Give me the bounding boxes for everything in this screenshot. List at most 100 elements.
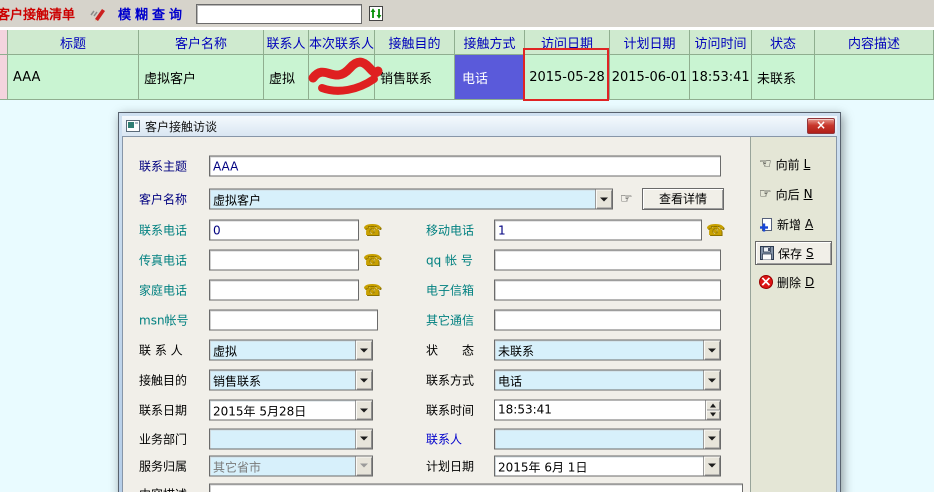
column-header-this-contact[interactable]: 本次联系人 xyxy=(309,30,375,55)
save-button[interactable]: 保存 S xyxy=(755,241,832,265)
contact-person-select[interactable]: 虚拟 xyxy=(209,340,373,361)
save-shortcut: S xyxy=(806,246,814,260)
cell-method-selected[interactable]: 电话 xyxy=(455,55,525,100)
hand-right-icon: ☞ xyxy=(759,186,772,202)
spin-up-icon[interactable] xyxy=(706,401,720,411)
status-value: 未联系 xyxy=(495,341,703,360)
close-icon[interactable]: × xyxy=(807,118,835,134)
grid-header-row: 标题 客户名称 联系人 本次联系人 接触目的 接触方式 访问日期 计划日期 访问… xyxy=(0,30,934,55)
contact-date-select[interactable]: 2015年 5月28日 xyxy=(209,400,373,421)
phone-icon: ☎ xyxy=(363,221,382,239)
contact-time-label: 联系时间 xyxy=(426,402,474,419)
email-input[interactable] xyxy=(494,280,721,301)
cell-purpose[interactable]: 销售联系 xyxy=(375,55,455,100)
hand-left-icon: ☜ xyxy=(759,156,772,172)
phone-input[interactable] xyxy=(209,220,359,241)
contact-person2-label: 联系人 xyxy=(426,430,462,447)
column-header-plan-date[interactable]: 计划日期 xyxy=(610,30,690,55)
description-input[interactable] xyxy=(209,484,743,492)
cell-plan-date[interactable]: 2015-06-01 xyxy=(610,55,690,100)
column-header-visit-date[interactable]: 访问日期 xyxy=(525,30,610,55)
qq-label: qq 帐 号 xyxy=(426,252,473,269)
contact-person-value: 虚拟 xyxy=(210,341,355,360)
cell-visit-date[interactable]: 2015-05-28 xyxy=(525,55,610,100)
cell-visit-time[interactable]: 18:53:41 xyxy=(690,55,752,100)
dialog-title: 客户接触访谈 xyxy=(145,118,807,135)
chevron-down-icon[interactable] xyxy=(355,401,372,420)
edit-pencil-icon[interactable] xyxy=(89,6,106,22)
spin-down-icon[interactable] xyxy=(706,410,720,420)
table-row[interactable]: AAA 虚拟客户 虚拟 销售联系 电话 2015-05-28 2015-06-0… xyxy=(0,55,934,100)
description-label: 内容描述 xyxy=(139,486,187,492)
column-header-purpose[interactable]: 接触目的 xyxy=(375,30,455,55)
msn-input[interactable] xyxy=(209,310,378,331)
column-header-title[interactable]: 标题 xyxy=(8,30,139,55)
chevron-down-icon[interactable] xyxy=(703,429,720,448)
subject-label: 联系主题 xyxy=(139,158,187,175)
next-label: 向后 xyxy=(776,186,800,203)
row-selector[interactable] xyxy=(0,55,8,100)
chevron-down-icon xyxy=(355,456,372,475)
chevron-down-icon[interactable] xyxy=(355,371,372,390)
chevron-down-icon[interactable] xyxy=(703,371,720,390)
qq-input[interactable] xyxy=(494,250,721,271)
cell-title[interactable]: AAA xyxy=(8,55,139,100)
chevron-down-icon[interactable] xyxy=(355,341,372,360)
prev-shortcut: L xyxy=(804,157,811,171)
delete-button[interactable]: × 删除 D xyxy=(751,267,836,297)
fax-input[interactable] xyxy=(209,250,359,271)
phone-label: 联系电话 xyxy=(139,222,187,239)
fuzzy-query-input[interactable] xyxy=(196,4,362,24)
chevron-down-icon[interactable] xyxy=(355,429,372,448)
method-label: 联系方式 xyxy=(426,372,474,389)
column-header-contact[interactable]: 联系人 xyxy=(264,30,309,55)
cell-description[interactable] xyxy=(815,55,934,100)
column-header-customer[interactable]: 客户名称 xyxy=(139,30,264,55)
column-header-method[interactable]: 接触方式 xyxy=(455,30,525,55)
top-toolbar: 客户接触清单 模糊查询 xyxy=(0,0,934,28)
refresh-icon[interactable] xyxy=(368,5,384,22)
column-header-visit-time[interactable]: 访问时间 xyxy=(690,30,752,55)
status-label: 状 态 xyxy=(426,342,474,359)
chevron-down-icon[interactable] xyxy=(703,341,720,360)
next-button[interactable]: ☞ 向后 N xyxy=(751,179,836,209)
cell-contact[interactable]: 虚拟 xyxy=(264,55,309,100)
status-select[interactable]: 未联系 xyxy=(494,340,721,361)
column-header-status[interactable]: 状态 xyxy=(752,30,815,55)
view-details-button[interactable]: 查看详情 xyxy=(642,188,724,210)
email-label: 电子信箱 xyxy=(426,282,474,299)
floppy-disk-icon xyxy=(760,246,774,260)
plan-date-select[interactable]: 2015年 6月 1日 xyxy=(494,455,721,476)
page-title: 客户接触清单 xyxy=(0,4,75,23)
chevron-down-icon[interactable] xyxy=(595,190,612,209)
new-page-icon xyxy=(759,217,773,232)
chevron-down-icon[interactable] xyxy=(703,456,720,475)
contact-time-spinner[interactable]: 18:53:41 xyxy=(494,400,721,421)
method-select[interactable]: 电话 xyxy=(494,370,721,391)
subject-input[interactable] xyxy=(209,156,721,177)
cell-customer[interactable]: 虚拟客户 xyxy=(139,55,264,100)
contact-person2-select[interactable] xyxy=(494,428,721,449)
department-value xyxy=(210,429,355,448)
cell-this-contact[interactable] xyxy=(309,55,375,100)
contact-interview-dialog: 客户接触访谈 × 联系主题 客户名称 虚拟客户 ☞ 查看详情 xyxy=(118,112,841,492)
fuzzy-query-label: 模糊查询 xyxy=(118,4,186,23)
customer-select[interactable]: 虚拟客户 xyxy=(209,189,613,210)
plan-date-label: 计划日期 xyxy=(426,457,474,474)
dialog-titlebar[interactable]: 客户接触访谈 × xyxy=(122,116,837,136)
column-header-description[interactable]: 内容描述 xyxy=(815,30,934,55)
purpose-select[interactable]: 销售联系 xyxy=(209,370,373,391)
prev-button[interactable]: ☜ 向前 L xyxy=(751,149,836,179)
customer-value: 虚拟客户 xyxy=(210,190,595,209)
dialog-nav-panel: ☜ 向前 L ☞ 向后 N 新增 A xyxy=(750,137,836,492)
pointing-hand-icon[interactable]: ☞ xyxy=(620,191,633,207)
department-select[interactable] xyxy=(209,428,373,449)
add-label: 新增 xyxy=(777,216,801,233)
window-icon xyxy=(126,120,140,132)
home-phone-input[interactable] xyxy=(209,280,359,301)
other-contact-input[interactable] xyxy=(494,310,721,331)
cell-status[interactable]: 未联系 xyxy=(752,55,815,100)
add-button[interactable]: 新增 A xyxy=(751,209,836,239)
mobile-input[interactable] xyxy=(494,220,702,241)
phone-icon: ☎ xyxy=(706,221,725,239)
